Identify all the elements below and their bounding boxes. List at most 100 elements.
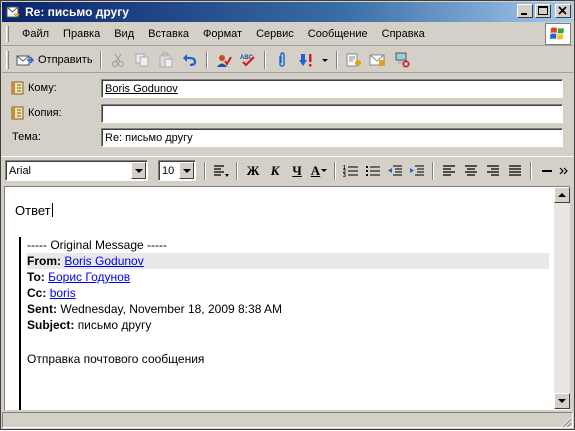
font-color-button[interactable]: A [308, 160, 330, 182]
italic-button[interactable]: К [264, 160, 286, 182]
paragraph-style-icon [214, 164, 229, 177]
attach-button[interactable] [270, 49, 294, 71]
quote-cc-link[interactable]: boris [50, 286, 76, 300]
menu-grip[interactable] [6, 25, 9, 42]
encrypt-icon [369, 54, 385, 66]
cc-button[interactable]: Копия: [10, 103, 62, 123]
font-size-select[interactable]: 10 [158, 160, 196, 181]
font-color-label: A [310, 162, 321, 178]
font-select[interactable]: Arial [5, 160, 148, 181]
decrease-indent-button[interactable] [384, 160, 406, 182]
menu-message[interactable]: Сообщение [301, 25, 375, 43]
menu-format[interactable]: Формат [196, 25, 249, 43]
scroll-up-button[interactable] [554, 187, 570, 203]
send-label: Отправить [38, 53, 93, 66]
message-header: Кому: Boris Godunov Копия: Тема: Re: пис… [2, 74, 573, 152]
priority-button[interactable] [294, 49, 318, 71]
check-names-icon [216, 54, 232, 67]
menu-tools[interactable]: Сервис [249, 25, 301, 43]
minimize-button[interactable] [517, 4, 533, 18]
work-offline-button[interactable] [390, 49, 414, 71]
bulleted-list-button[interactable] [362, 160, 384, 182]
menu-help[interactable]: Справка [375, 25, 432, 43]
scroll-down-button[interactable] [554, 393, 570, 409]
message-body[interactable]: Ответ ----- Original Message ----- From:… [4, 186, 570, 410]
toolbar-separator [236, 161, 238, 180]
vertical-scrollbar[interactable] [554, 187, 570, 409]
quote-from-link[interactable]: Boris Godunov [64, 254, 143, 268]
window-title: Re: письмо другу [25, 5, 129, 19]
align-right-button[interactable] [482, 160, 504, 182]
address-book-icon [11, 81, 24, 95]
paragraph-style-button[interactable] [210, 160, 232, 182]
minimize-icon [521, 13, 527, 15]
font-dropdown-arrow[interactable] [131, 162, 146, 179]
priority-dropdown[interactable] [318, 49, 332, 71]
menu-file[interactable]: Файл [15, 25, 56, 43]
horizontal-line-button[interactable] [536, 160, 558, 182]
align-center-button[interactable] [460, 160, 482, 182]
font-size-value: 10 [162, 164, 175, 177]
paste-button[interactable] [154, 49, 178, 71]
to-row: Кому: Boris Godunov [2, 78, 573, 98]
numbered-list-icon: 123 [343, 165, 358, 179]
spelling-icon: ABC [240, 55, 255, 67]
cc-row: Копия: [2, 103, 573, 123]
align-right-icon [487, 164, 499, 176]
quote-message: Отправка почтового сообщения [27, 352, 205, 366]
paperclip-icon [278, 51, 285, 67]
address-book-icon [11, 106, 24, 120]
format-toolbar: Arial 10 Ж К Ч A 123 [2, 156, 573, 184]
offline-icon [395, 52, 410, 67]
send-button[interactable]: Отправить [13, 49, 96, 71]
align-left-button[interactable] [438, 160, 460, 182]
spelling-button[interactable]: ABC [236, 49, 260, 71]
svg-text:3: 3 [343, 173, 346, 179]
subject-field[interactable]: Re: письмо другу [101, 127, 563, 147]
menu-bar: Файл Правка Вид Вставка Формат Сервис Со… [2, 22, 573, 46]
quoted-original: ----- Original Message ----- From: Boris… [19, 237, 549, 410]
encrypt-button[interactable] [366, 49, 390, 71]
quote-subject-value: письмо другу [77, 318, 152, 332]
align-center-icon [465, 164, 477, 176]
menu-view[interactable]: Вид [107, 25, 141, 43]
arrow-down-icon [558, 399, 566, 403]
reply-text[interactable]: Ответ [15, 203, 53, 218]
menu-edit[interactable]: Правка [56, 25, 107, 43]
close-button[interactable] [555, 4, 571, 18]
quote-to-link[interactable]: Борис Годунов [48, 270, 130, 284]
font-size-dropdown-arrow[interactable] [179, 162, 194, 179]
toolbar-overflow-button[interactable] [558, 160, 570, 182]
justify-button[interactable] [504, 160, 526, 182]
status-bar [2, 411, 573, 429]
cc-field[interactable] [101, 103, 563, 123]
quote-subject-label: Subject: [27, 318, 75, 332]
quote-header: ----- Original Message ----- [27, 238, 168, 252]
menu-insert[interactable]: Вставка [141, 25, 196, 43]
toolbar-grip[interactable] [6, 50, 9, 69]
to-field[interactable]: Boris Godunov [101, 78, 563, 98]
cut-icon [111, 53, 124, 67]
undo-button[interactable] [178, 49, 202, 71]
increase-indent-button[interactable] [406, 160, 428, 182]
font-select-value: Arial [9, 164, 32, 177]
align-left-icon [443, 164, 455, 176]
to-button[interactable]: Кому: [10, 78, 57, 98]
chevron-down-icon [321, 58, 328, 62]
copy-button[interactable] [130, 49, 154, 71]
chevron-down-icon [321, 168, 328, 172]
priority-icon [298, 53, 312, 66]
cut-button[interactable] [106, 49, 130, 71]
numbered-list-button[interactable]: 123 [340, 160, 362, 182]
maximize-icon [538, 6, 548, 15]
sign-button[interactable] [342, 49, 366, 71]
check-names-button[interactable] [212, 49, 236, 71]
toolbar-separator [204, 161, 206, 180]
arrow-up-icon [558, 193, 566, 197]
resize-grip-icon[interactable] [560, 416, 572, 428]
underline-button[interactable]: Ч [286, 160, 308, 182]
maximize-button[interactable] [535, 4, 551, 18]
windows-logo-icon [545, 23, 571, 45]
bulleted-list-icon [366, 165, 380, 176]
bold-button[interactable]: Ж [242, 160, 264, 182]
